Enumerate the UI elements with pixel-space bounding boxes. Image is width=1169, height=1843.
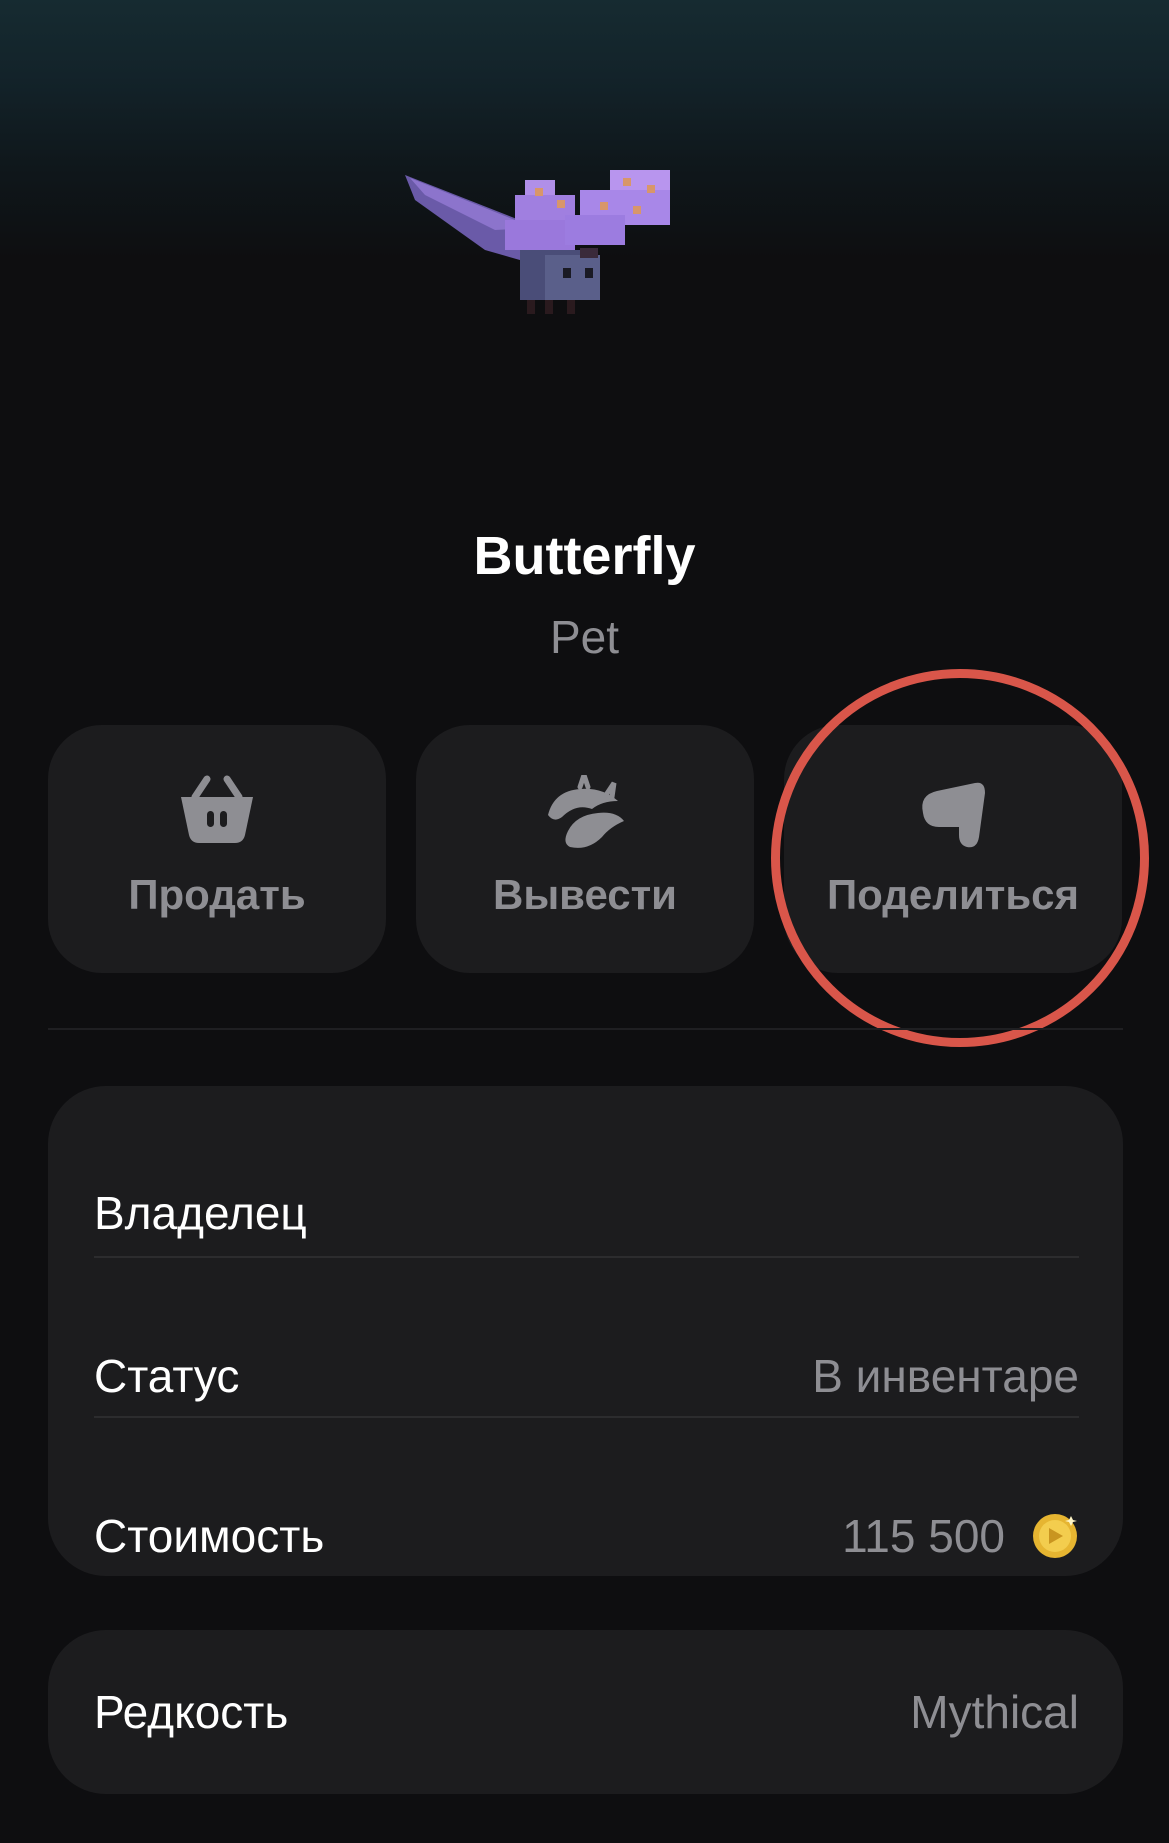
withdraw-icon [416, 775, 754, 855]
row-divider [94, 1416, 1079, 1418]
rarity-value: Mythical [910, 1686, 1079, 1738]
owner-label: Владелец [94, 1187, 307, 1239]
status-row: Статус В инвентаре [94, 1336, 1079, 1416]
item-subtitle: Pet [549, 611, 620, 663]
status-label: Статус [94, 1350, 240, 1402]
sell-button[interactable]: Продать [48, 725, 386, 973]
butterfly-pet-image [405, 170, 670, 314]
price-value: 115 500 [842, 1510, 1005, 1562]
price-row: Стоимость 115 500 [94, 1496, 1079, 1576]
rarity-row: Редкость Mythical [94, 1672, 1079, 1752]
item-title: Butterfly [473, 526, 696, 586]
section-divider [48, 1028, 1123, 1030]
share-highlight-circle [771, 669, 1149, 1047]
owner-row: Владелец [94, 1173, 1079, 1253]
rarity-label: Редкость [94, 1686, 289, 1738]
item-preview-header [0, 0, 1169, 420]
rarity-card: Редкость Mythical [48, 1630, 1123, 1794]
basket-icon [48, 775, 386, 855]
coin-icon [1033, 1514, 1077, 1558]
details-card: Владелец Статус В инвентаре Стоимость 11… [48, 1086, 1123, 1576]
status-value: В инвентаре [812, 1350, 1079, 1402]
price-label: Стоимость [94, 1510, 325, 1562]
sell-label: Продать [128, 871, 306, 918]
withdraw-button[interactable]: Вывести [416, 725, 754, 973]
row-divider [94, 1256, 1079, 1258]
withdraw-label: Вывести [492, 871, 678, 918]
